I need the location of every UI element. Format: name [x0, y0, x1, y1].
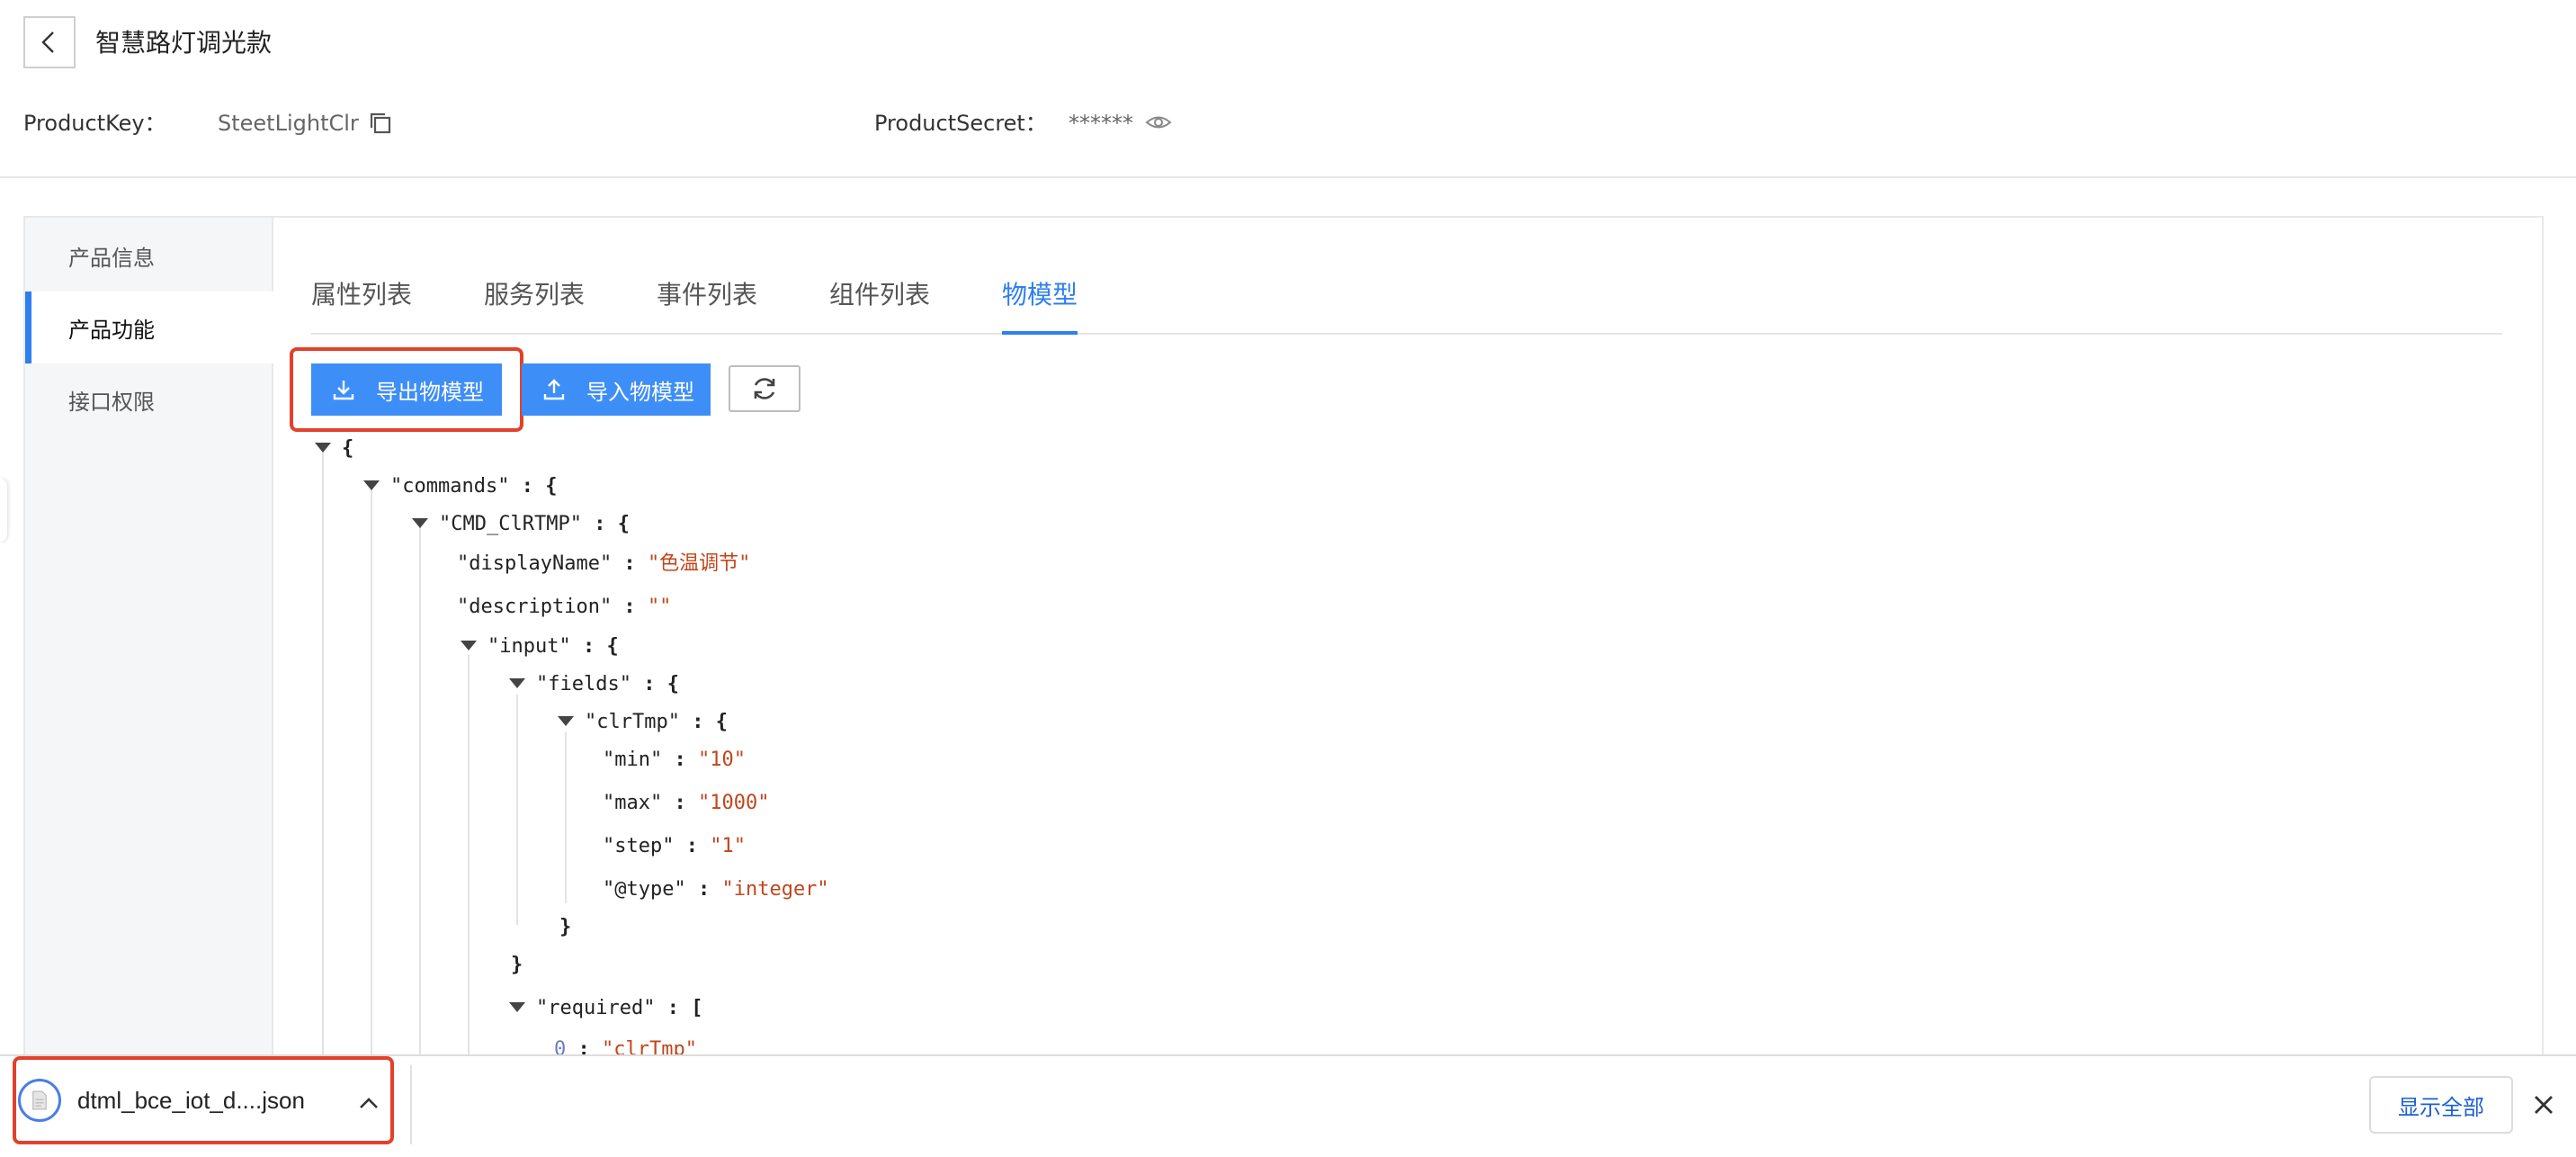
- tab-properties[interactable]: 属性列表: [311, 277, 412, 313]
- tab-thing-model[interactable]: 物模型: [1002, 277, 1078, 335]
- export-model-button[interactable]: 导出物模型: [311, 363, 502, 416]
- import-model-button[interactable]: 导入物模型: [522, 363, 711, 416]
- tab-components[interactable]: 组件列表: [829, 277, 930, 313]
- sidebar-item-label: 产品信息: [68, 245, 155, 271]
- close-icon[interactable]: [2529, 1090, 2558, 1119]
- tab-services[interactable]: 服务列表: [484, 277, 585, 313]
- eye-icon[interactable]: [1144, 110, 1173, 135]
- json-line: "max" : "1000": [603, 792, 770, 814]
- import-model-label: 导入物模型: [586, 380, 694, 405]
- show-all-button[interactable]: 显示全部: [2369, 1076, 2513, 1134]
- chevron-left-icon: [41, 31, 54, 53]
- json-line: "clrTmp" : {: [585, 711, 728, 733]
- refresh-button[interactable]: [729, 365, 801, 412]
- json-line: "@type" : "integer": [603, 878, 829, 901]
- collapse-commands-toggle[interactable]: [363, 480, 380, 490]
- refresh-icon: [754, 378, 775, 399]
- sidebar-item-label: 产品功能: [68, 317, 155, 343]
- json-line: "min" : "10": [603, 749, 746, 771]
- json-line: "step" : "1": [603, 835, 746, 857]
- indent-guide: [322, 450, 324, 1054]
- json-line: "description" : "": [457, 596, 672, 618]
- tab-events[interactable]: 事件列表: [657, 277, 757, 313]
- sidebar-item-api-permissions[interactable]: 接口权限: [25, 363, 273, 435]
- product-secret-value: ******: [1069, 111, 1133, 136]
- indent-guide: [419, 525, 421, 1054]
- indent-guide: [516, 695, 518, 925]
- indent-guide: [468, 655, 470, 1054]
- json-line: {: [342, 437, 354, 460]
- collapse-clrtmp-toggle[interactable]: [558, 716, 574, 726]
- sidebar-item-product-info[interactable]: 产品信息: [25, 220, 273, 291]
- sidebar-item-label: 接口权限: [68, 389, 155, 415]
- collapse-input-toggle[interactable]: [461, 641, 477, 650]
- json-line: "CMD_ClRTMP" : {: [439, 513, 630, 535]
- collapse-required-toggle[interactable]: [509, 1002, 525, 1012]
- json-line: }: [511, 954, 523, 976]
- indent-guide: [565, 732, 567, 903]
- collapse-cmd-toggle[interactable]: [412, 518, 428, 528]
- copy-icon[interactable]: [367, 110, 394, 137]
- chevron-up-icon[interactable]: [356, 1094, 381, 1112]
- download-icon: [333, 381, 354, 400]
- product-key-value: SteetLightClr: [218, 111, 359, 136]
- sidebar-item-product-functions[interactable]: 产品功能: [25, 291, 273, 363]
- json-line: "required" : [: [536, 997, 703, 1019]
- json-line: "displayName" : "色温调节": [457, 552, 751, 575]
- page-title: 智慧路灯调光款: [95, 28, 273, 58]
- json-line: 0 : "clrTmp": [554, 1038, 697, 1054]
- side-drawer-handle[interactable]: [0, 479, 7, 542]
- header-divider: [0, 176, 2576, 178]
- file-icon: [18, 1079, 61, 1122]
- collapse-fields-toggle[interactable]: [509, 678, 525, 688]
- download-item[interactable]: dtml_bce_iot_d....json: [18, 1063, 387, 1137]
- indent-guide: [371, 488, 372, 1054]
- json-viewer: { "commands" : { "CMD_ClRTMP" : { "displ…: [311, 432, 2502, 1054]
- sidebar: 产品信息 产品功能 接口权限: [25, 218, 273, 1157]
- product-key-label: ProductKey：: [23, 111, 166, 136]
- upload-icon: [543, 379, 565, 400]
- json-line: }: [559, 916, 572, 938]
- download-file-name: dtml_bce_iot_d....json: [77, 1086, 305, 1114]
- json-line: "fields" : {: [536, 673, 679, 695]
- download-separator: [410, 1065, 412, 1144]
- product-secret-label: ProductSecret：: [874, 111, 1047, 136]
- export-model-label: 导出物模型: [376, 380, 484, 405]
- tab-bar: 属性列表 服务列表 事件列表 组件列表 物模型: [311, 261, 2502, 335]
- json-line: "commands" : {: [390, 475, 558, 498]
- back-button[interactable]: [23, 16, 76, 68]
- json-line: "input" : {: [487, 635, 619, 658]
- collapse-root-toggle[interactable]: [315, 443, 331, 453]
